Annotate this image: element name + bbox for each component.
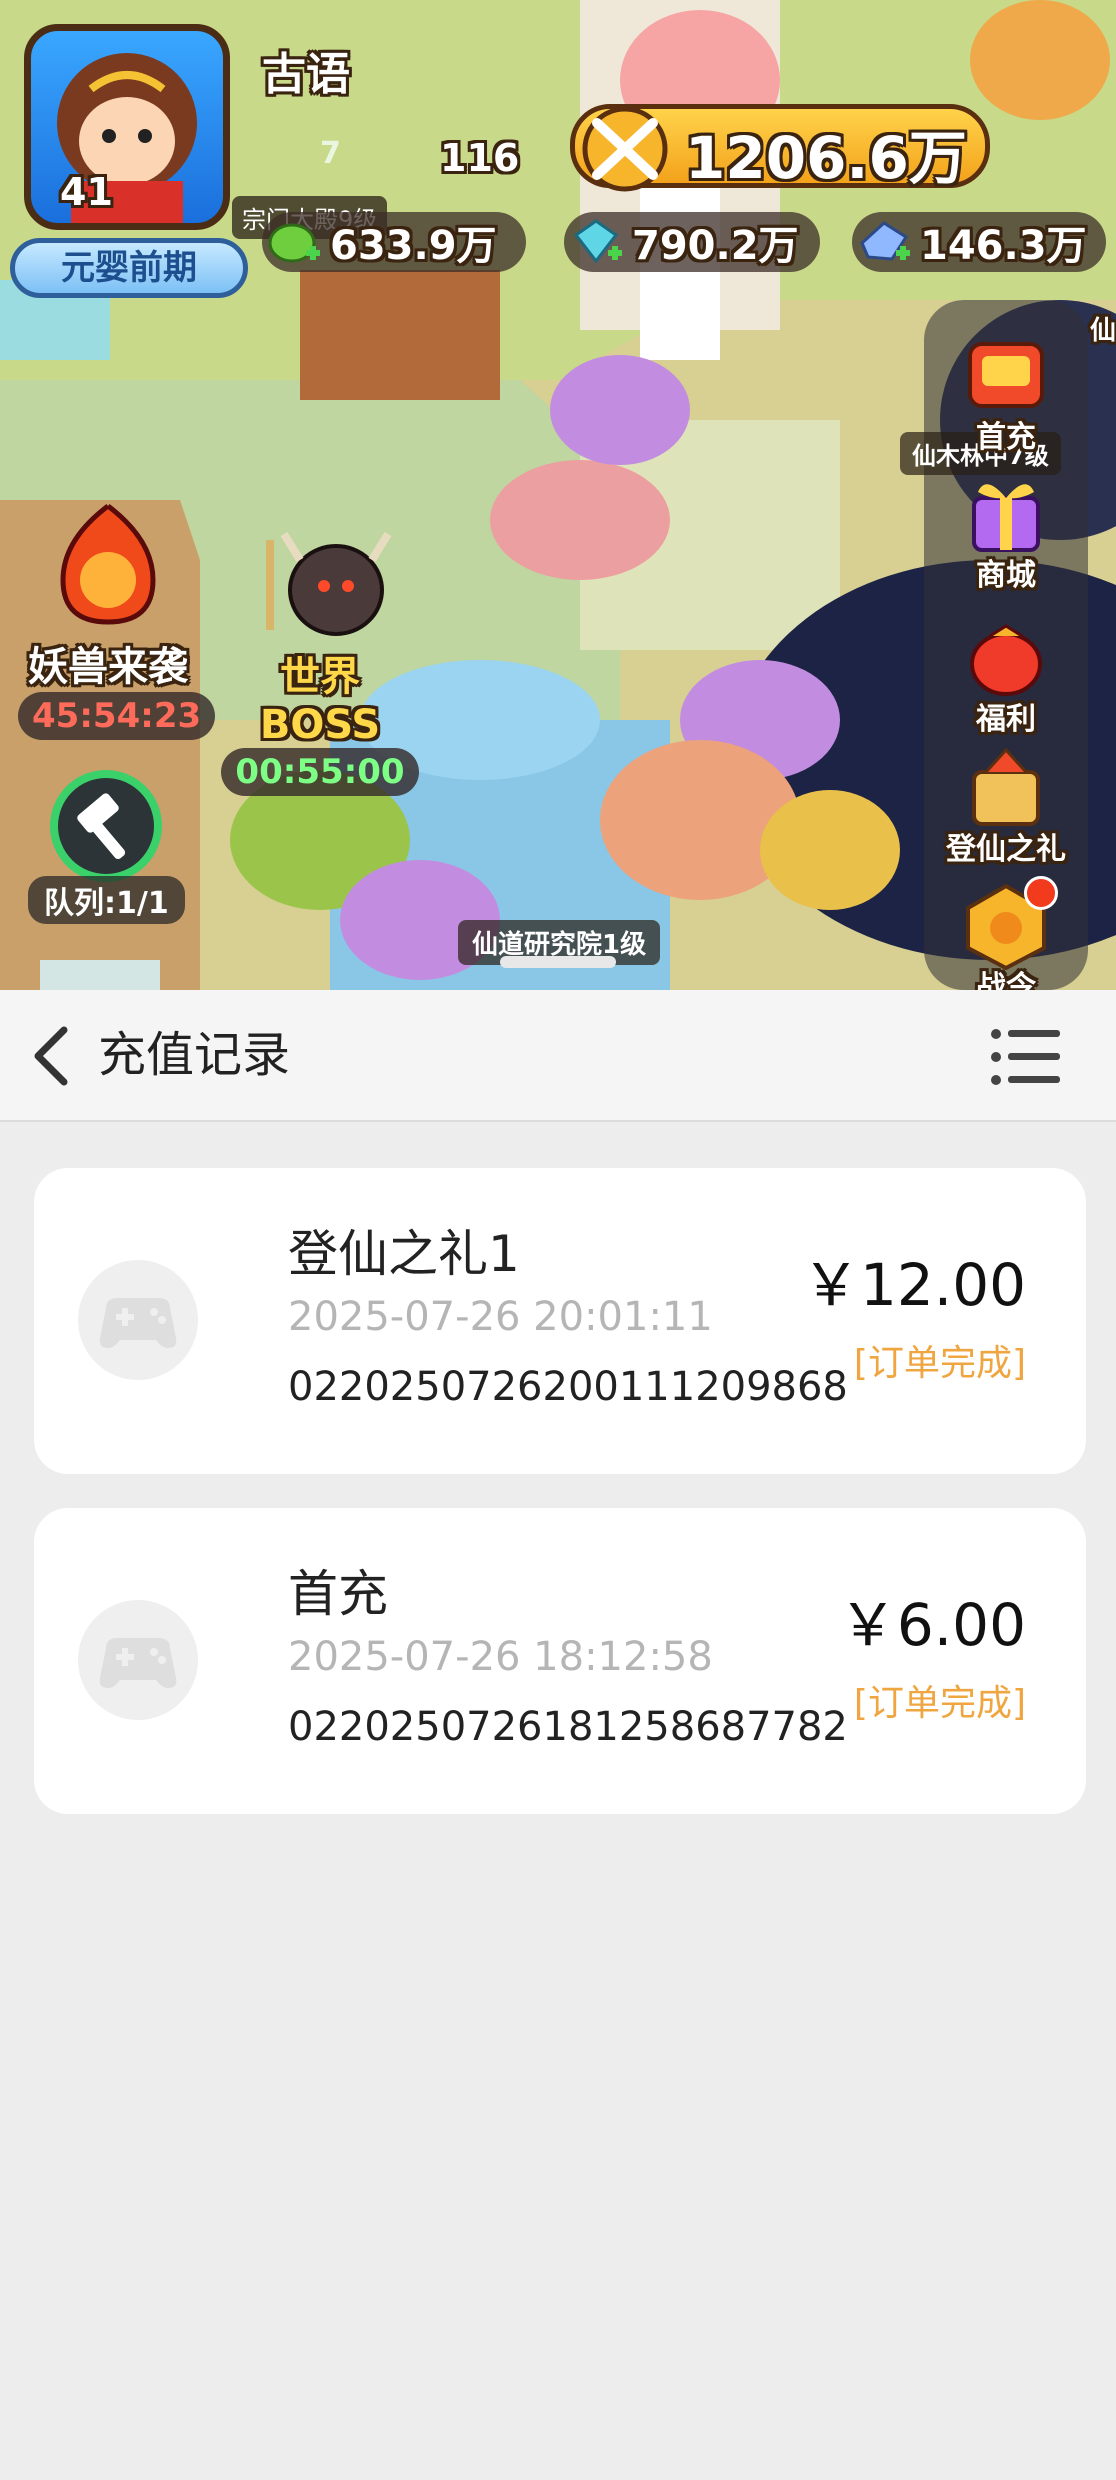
first-charge-icon — [968, 342, 1044, 408]
product-name: 登仙之礼1 — [288, 1225, 520, 1283]
order-amount: ￥6.00 — [838, 1591, 1026, 1659]
blue-crystal-icon — [573, 219, 622, 264]
order-time: 2025-07-26 18:12:58 — [288, 1634, 713, 1680]
event-demon-beast[interactable]: 妖兽来袭 45:54:23 — [18, 500, 216, 740]
menu-shop[interactable]: 商城 — [946, 468, 1066, 594]
list-menu-icon[interactable] — [988, 1024, 1064, 1090]
order-status: [订单完成] — [853, 1683, 1026, 1724]
player-avatar[interactable] — [24, 24, 230, 230]
menu-ascension-gift-label: 登仙之礼 — [946, 832, 1066, 867]
order-number: 0220250726181258687782 — [288, 1704, 848, 1750]
world-boss-icon — [266, 531, 392, 636]
resource-spirit-stone[interactable]: 146.3万 — [852, 212, 1106, 272]
order-time: 2025-07-26 20:01:11 — [288, 1294, 713, 1340]
back-arrow-icon[interactable] — [20, 1018, 90, 1094]
hammer-icon — [50, 770, 163, 882]
product-name: 首充 — [288, 1565, 388, 1623]
queue-label: 队列:1/1 — [28, 876, 185, 924]
menu-first-charge[interactable]: 首充 — [946, 330, 1066, 456]
queue-widget[interactable]: 队列:1/1 — [28, 770, 185, 924]
crossed-swords-icon — [582, 106, 668, 192]
welfare-bag-icon — [970, 624, 1042, 696]
event-demon-beast-label: 妖兽来袭 — [28, 644, 188, 690]
notification-dot — [1024, 876, 1058, 910]
player-level: 41 — [60, 170, 113, 214]
resource-crystal[interactable]: 790.2万 — [564, 212, 820, 272]
jade-value: 633.9万 — [330, 223, 497, 269]
edge-label: 仙 — [1090, 316, 1116, 346]
menu-battle-pass[interactable]: 战令 — [946, 876, 1066, 990]
combat-power-value: 1206.6万 — [685, 124, 967, 192]
spirit-stone-icon — [860, 221, 910, 261]
event-world-boss-timer: 00:55:00 — [221, 748, 419, 796]
page-title: 充值记录 — [98, 1027, 291, 1083]
order-status: [订单完成] — [853, 1343, 1026, 1384]
menu-ascension-gift[interactable]: 登仙之礼 — [936, 742, 1076, 868]
spirit-stone-value: 146.3万 — [920, 223, 1087, 269]
gamepad-icon — [78, 1600, 198, 1720]
combat-power-bar[interactable]: 1206.6万 — [570, 104, 990, 192]
event-world-boss-label: 世界BOSS — [259, 654, 381, 748]
demon-beast-icon — [60, 504, 156, 625]
menu-welfare[interactable]: 福利 — [946, 612, 1066, 738]
event-world-boss[interactable]: 世界BOSS 00:55:00 — [220, 520, 420, 796]
recharge-record-card[interactable]: 首充 2025-07-26 18:12:58 02202507261812586… — [34, 1508, 1086, 1814]
gem-count: 7 — [320, 136, 341, 171]
event-demon-beast-timer: 45:54:23 — [18, 692, 216, 740]
shop-gift-icon — [972, 484, 1040, 552]
order-amount: ￥12.00 — [801, 1251, 1026, 1319]
sheet-drag-handle[interactable] — [500, 956, 616, 968]
order-number: 0220250726200111209868 — [288, 1364, 848, 1410]
recharge-record-card[interactable]: 登仙之礼1 2025-07-26 20:01:11 02202507262001… — [34, 1168, 1086, 1474]
small-stat-value: 116 — [440, 136, 520, 180]
resource-jade[interactable]: 633.9万 — [262, 212, 526, 272]
gamepad-icon — [78, 1260, 198, 1380]
realm-badge[interactable]: 元婴前期 — [10, 238, 248, 298]
green-jade-icon — [268, 223, 320, 263]
game-view[interactable]: 41 元婴前期 古语 7 116 宗门大殿9级 1206.6万 633.9万 7… — [0, 0, 1116, 990]
page-header: 充值记录 — [0, 990, 1116, 1122]
crystal-value: 790.2万 — [632, 223, 799, 269]
ascension-gift-icon — [972, 747, 1040, 826]
player-name: 古语 — [262, 49, 350, 100]
